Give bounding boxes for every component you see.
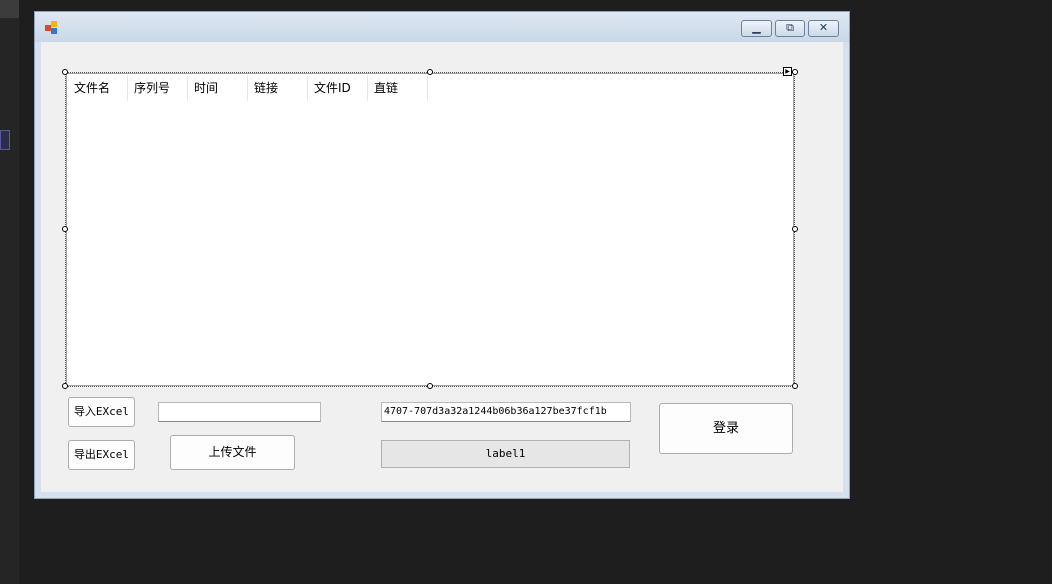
login-button[interactable]: 登录 — [659, 403, 793, 454]
import-excel-button[interactable]: 导入EXcel — [68, 397, 135, 427]
designer-selection-outline — [65, 72, 795, 387]
minimize-icon: ▁ — [752, 21, 761, 34]
resize-grip-bottom-right[interactable] — [792, 383, 798, 389]
resize-grip-middle-right[interactable] — [792, 226, 798, 232]
smart-tag-arrow-icon: ▶ — [785, 68, 790, 75]
form-client-area: 文件名 序列号 时间 链接 文件ID 直链 ▶ 导入EXcel 导出EXcel … — [41, 42, 843, 492]
ide-selection-marker — [0, 130, 10, 150]
maximize-icon: ⧉ — [786, 21, 794, 34]
close-icon: ✕ — [818, 21, 829, 34]
ide-side-strip — [0, 0, 19, 584]
key-input[interactable]: 4707-707d3a32a1244b06b36a127be37fcf1b — [381, 402, 631, 422]
app-icon — [45, 21, 59, 35]
smart-tag-button[interactable]: ▶ — [783, 67, 792, 76]
minimize-button[interactable]: ▁ — [741, 20, 772, 37]
path-input[interactable] — [158, 402, 321, 422]
resize-grip-top-right[interactable] — [792, 69, 798, 75]
resize-grip-bottom-left[interactable] — [62, 383, 68, 389]
status-label: label1 — [381, 440, 630, 468]
title-bar[interactable]: ▁ ⧉ ✕ — [35, 12, 849, 42]
resize-grip-middle-left[interactable] — [62, 226, 68, 232]
form-window: ▁ ⧉ ✕ 文件名 序列号 时间 链接 文件ID 直链 ▶ 导入EXcel 导出… — [34, 11, 850, 499]
resize-grip-bottom-center[interactable] — [427, 383, 433, 389]
resize-grip-top-center[interactable] — [427, 69, 433, 75]
close-button[interactable]: ✕ — [808, 20, 839, 37]
export-excel-button[interactable]: 导出EXcel — [68, 440, 135, 470]
maximize-button[interactable]: ⧉ — [775, 20, 805, 37]
ide-side-strip-top — [0, 0, 19, 18]
upload-file-button[interactable]: 上传文件 — [170, 435, 295, 470]
resize-grip-top-left[interactable] — [62, 69, 68, 75]
